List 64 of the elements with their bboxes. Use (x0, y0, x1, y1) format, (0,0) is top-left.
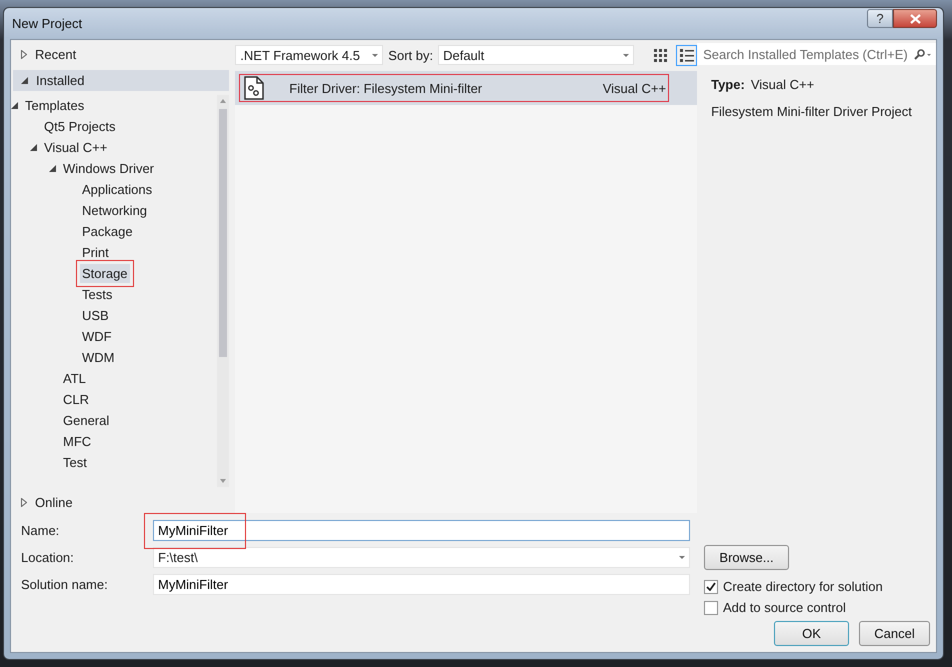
category-item[interactable]: Installed (13, 70, 230, 92)
view-button[interactable] (676, 44, 698, 66)
tree-item[interactable]: WDF (80, 327, 114, 346)
file-gear-icon (243, 76, 266, 100)
scrollbar[interactable] (217, 95, 230, 488)
sort-dropdown[interactable]: Default (438, 45, 634, 65)
template-language: Visual C++ (602, 80, 666, 96)
tree-item[interactable]: Visual C++ (42, 138, 110, 158)
tree-item[interactable]: Tests (80, 285, 114, 304)
sort-label: Sort by: (388, 48, 434, 62)
type-value: Visual C++ (750, 77, 814, 92)
tree-item[interactable]: USB (80, 306, 111, 326)
tree-item[interactable]: Test (61, 453, 89, 472)
collapsed-arrow-icon[interactable] (21, 498, 27, 507)
category-item[interactable]: Online (13, 491, 230, 514)
expanded-arrow-icon[interactable] (49, 165, 56, 172)
checkbox-box[interactable] (704, 580, 718, 594)
caret-icon (679, 556, 685, 559)
tree-item[interactable]: MFC (61, 432, 94, 452)
checkbox[interactable]: Add to source control (704, 597, 936, 618)
tree-item[interactable]: ATL (61, 369, 88, 388)
window-title: New Project (11, 16, 84, 31)
dialog-button[interactable]: OK (774, 621, 849, 646)
search-field[interactable]: Search Installed Templates (Ctrl+E) (697, 43, 936, 65)
tree-item[interactable]: Qt5 Projects (42, 117, 118, 136)
grid-view-icon (654, 48, 668, 62)
tree-item[interactable]: CLR (61, 390, 92, 410)
close-icon (910, 14, 920, 24)
template-item[interactable]: Filter Driver: Filesystem Mini-filter Visual C++ (235, 71, 698, 105)
tree-item[interactable]: WDM (80, 348, 116, 368)
category-item[interactable]: Recent (13, 44, 230, 66)
checkbox-box[interactable] (704, 600, 718, 614)
list-view-icon (680, 48, 694, 62)
tree-item[interactable]: General (61, 411, 112, 430)
input-field[interactable]: MyMiniFilter (153, 574, 690, 595)
framework-dropdown[interactable]: .NET Framework 4.5 (235, 45, 384, 65)
tree-item[interactable]: Networking (80, 201, 150, 220)
close-button[interactable] (893, 9, 937, 28)
tree-item[interactable]: Print (80, 243, 111, 262)
caret-icon (372, 54, 378, 56)
help-button[interactable]: ? (867, 9, 893, 28)
field-label: Name: (21, 523, 60, 538)
location-dropdown[interactable]: F:\test\ (153, 547, 690, 568)
expanded-arrow-icon[interactable] (30, 144, 37, 152)
tree-item[interactable]: Package (80, 222, 135, 242)
template-description: Filesystem Mini-filter Driver Project (711, 104, 912, 119)
input-field[interactable]: MyMiniFilter (153, 520, 690, 541)
dialog-button[interactable]: Cancel (859, 621, 930, 646)
expanded-arrow-icon[interactable] (21, 77, 28, 84)
checkbox[interactable]: Create directory for solution (704, 576, 936, 597)
expanded-arrow-icon[interactable] (11, 102, 18, 110)
browse-button[interactable]: Browse... (704, 545, 789, 570)
field-label: Location: (21, 550, 75, 565)
tree-item[interactable]: Applications (80, 180, 154, 200)
tree-item[interactable]: Windows Driver (61, 159, 156, 178)
template-name: Filter Driver: Filesystem Mini-filter (289, 80, 484, 96)
caret-icon (623, 54, 630, 56)
tree-item[interactable]: Storage (80, 264, 130, 284)
collapsed-arrow-icon[interactable] (21, 50, 27, 60)
type-label: Type: (711, 77, 745, 92)
checkmark-icon (706, 582, 716, 591)
tree-item[interactable]: Templates (23, 96, 86, 116)
field-label: Solution name: (21, 577, 109, 592)
search-icon (914, 48, 932, 60)
